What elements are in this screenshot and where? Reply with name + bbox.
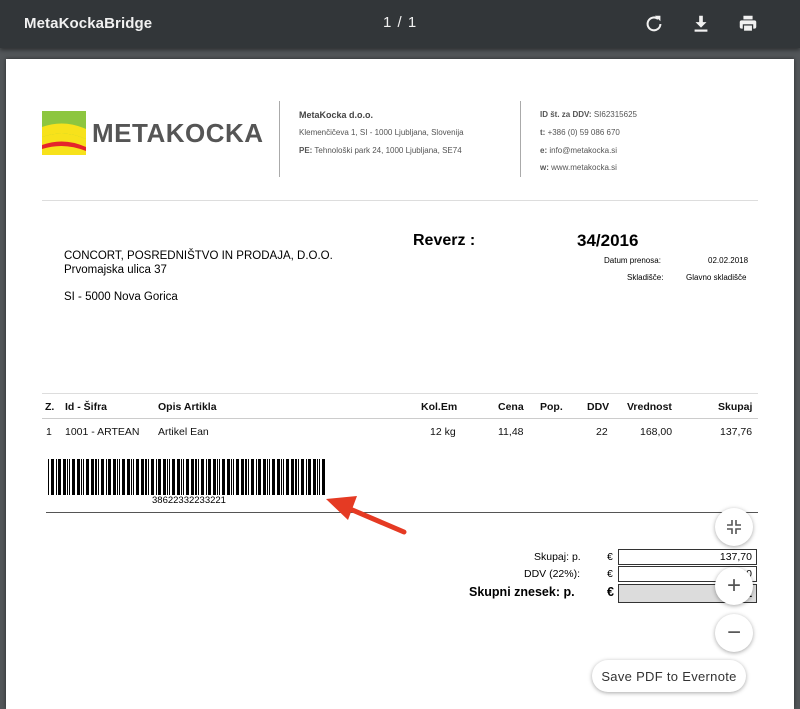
col-value: Vrednost — [627, 401, 672, 413]
company-tel: t: +386 (0) 59 086 670 — [540, 128, 620, 137]
app-title: MetaKockaBridge — [24, 15, 153, 32]
barcode — [48, 459, 325, 495]
subtotal-currency: € — [607, 551, 613, 563]
grand-total-label: Skupni znesek: p. — [469, 585, 575, 599]
col-total: Skupaj — [718, 401, 753, 413]
zoom-in-icon[interactable]: + — [715, 567, 753, 605]
subtotal-label: Skupaj: p. — [534, 551, 581, 563]
pdf-page: METAKOCKA MetaKocka d.o.o. Klemenčičeva … — [6, 59, 794, 709]
subtotal-value: 137,70 — [618, 549, 757, 565]
col-z: Z. — [45, 401, 55, 413]
header-separator — [42, 200, 758, 201]
warehouse-value: Glavno skladišče — [686, 273, 747, 282]
metakocka-logo: METAKOCKA — [42, 111, 263, 155]
pdf-toolbar: MetaKockaBridge 1 / 1 — [0, 0, 800, 48]
company-pe: PE: Tehnološki park 24, 1000 Ljubljana, … — [299, 146, 462, 155]
company-email: e: info@metakocka.si — [540, 146, 618, 155]
vat-total-currency: € — [607, 568, 613, 580]
header-divider — [520, 101, 521, 177]
customer-city: SI - 5000 Nova Gorica — [64, 291, 178, 303]
col-id: Id - Šifra — [65, 401, 108, 413]
transfer-date-label: Datum prenosa: — [604, 256, 661, 265]
company-web: w: www.metakocka.si — [540, 163, 617, 172]
zoom-out-icon[interactable]: − — [715, 614, 753, 652]
col-vat: DDV — [587, 401, 610, 413]
col-description: Opis Artikla — [158, 401, 217, 413]
table-header-line — [42, 418, 758, 419]
rotate-icon[interactable] — [643, 13, 665, 35]
customer-name: CONCORT, POSREDNIŠTVO IN PRODAJA, D.O.O. — [64, 250, 333, 262]
download-icon[interactable] — [690, 13, 712, 35]
grand-total-currency: € — [607, 585, 614, 599]
barcode-number: 38622332233221 — [152, 495, 226, 506]
document-title: Reverz : — [413, 232, 476, 249]
transfer-date-value: 02.02.2018 — [708, 256, 749, 265]
warehouse-label: Skladišče: — [627, 273, 664, 282]
company-name: MetaKocka d.o.o. — [299, 110, 374, 120]
header-divider — [279, 101, 280, 177]
company-vat: ID št. za DDV: SI62315625 — [540, 110, 637, 119]
fit-to-page-icon[interactable] — [715, 508, 753, 546]
col-discount: Pop. — [540, 401, 563, 413]
logo-text: METAKOCKA — [92, 118, 264, 148]
col-price: Cena — [498, 401, 524, 413]
company-address: Klemenčičeva 1, SI - 1000 Ljubljana, Slo… — [299, 128, 464, 137]
save-to-evernote-button[interactable]: Save PDF to Evernote — [592, 660, 746, 692]
customer-street: Prvomajska ulica 37 — [64, 264, 167, 276]
page-indicator: 1 / 1 — [383, 14, 417, 31]
items-end-line — [46, 512, 758, 513]
table-top-line — [42, 393, 758, 394]
vat-total-label: DDV (22%): — [524, 568, 581, 580]
document-number: 34/2016 — [577, 231, 639, 250]
col-quantity: Kol.Em — [421, 401, 458, 413]
print-icon[interactable] — [737, 13, 759, 35]
